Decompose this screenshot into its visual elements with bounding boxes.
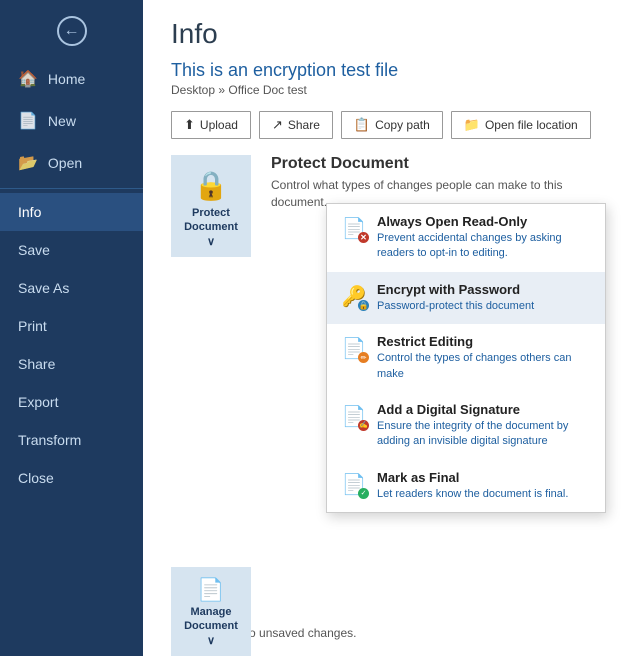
password-text: Encrypt with Password Password-protect t… <box>377 282 591 314</box>
upload-button[interactable]: ⬆ Upload <box>171 111 251 139</box>
copy-path-button[interactable]: 📋 Copy path <box>341 111 443 139</box>
sidebar: ← 🏠 Home 📄 New 📂 Open Info Save Save As … <box>0 0 143 656</box>
lock-icon: 🔒 <box>194 169 229 202</box>
copy-icon: 📋 <box>354 117 370 133</box>
home-icon: 🏠 <box>18 69 38 89</box>
file-title: This is an encryption test file <box>171 60 604 81</box>
final-text: Mark as Final Let readers know the docum… <box>377 470 591 502</box>
readonly-icon: 📄✕ <box>341 216 367 241</box>
protect-title: Protect Document <box>271 155 604 173</box>
main-header: Info This is an encryption test file Des… <box>143 0 632 111</box>
sidebar-item-print[interactable]: Print <box>0 307 143 345</box>
sidebar-item-export[interactable]: Export <box>0 383 143 421</box>
sidebar-item-new[interactable]: 📄 New <box>0 100 143 142</box>
protect-label: ProtectDocument ∨ <box>179 206 243 249</box>
sidebar-item-home[interactable]: 🏠 Home <box>0 58 143 100</box>
sidebar-item-transform[interactable]: Transform <box>0 421 143 459</box>
sidebar-item-close[interactable]: Close <box>0 459 143 497</box>
signature-icon: 📄✍ <box>341 404 367 429</box>
sidebar-item-share[interactable]: Share <box>0 345 143 383</box>
new-icon: 📄 <box>18 111 38 131</box>
upload-icon: ⬆ <box>184 117 195 133</box>
signature-text: Add a Digital Signature Ensure the integ… <box>377 402 591 450</box>
readonly-text: Always Open Read-Only Prevent accidental… <box>377 214 591 262</box>
restrict-text: Restrict Editing Control the types of ch… <box>377 334 591 382</box>
back-button[interactable]: ← <box>0 0 143 58</box>
protect-document-button[interactable]: 🔒 ProtectDocument ∨ <box>171 155 251 257</box>
encrypt-password-item[interactable]: 🔑🔒 Encrypt with Password Password-protec… <box>327 272 605 324</box>
action-buttons: ⬆ Upload ↗ Share 📋 Copy path 📁 Open file… <box>143 111 632 139</box>
sidebar-item-save[interactable]: Save <box>0 231 143 269</box>
bottom-section: 📄 ManageDocument ∨ There are no unsaved … <box>143 556 632 656</box>
open-location-button[interactable]: 📁 Open file location <box>451 111 591 139</box>
password-icon: 🔑🔒 <box>341 284 367 309</box>
info-area: 🔒 ProtectDocument ∨ Protect Document Con… <box>143 155 632 257</box>
digital-signature-item[interactable]: 📄✍ Add a Digital Signature Ensure the in… <box>327 392 605 460</box>
open-icon: 📂 <box>18 153 38 173</box>
share-button[interactable]: ↗ Share <box>259 111 333 139</box>
main-content: Info This is an encryption test file Des… <box>143 0 632 656</box>
manage-label: ManageDocument ∨ <box>179 605 243 648</box>
page-title: Info <box>171 18 604 50</box>
restrict-icon: 📄✏ <box>341 336 367 361</box>
sidebar-item-open[interactable]: 📂 Open <box>0 142 143 184</box>
restrict-editing-item[interactable]: 📄✏ Restrict Editing Control the types of… <box>327 324 605 392</box>
manage-icon: 📄 <box>197 577 224 603</box>
protect-dropdown: 📄✕ Always Open Read-Only Prevent acciden… <box>326 203 606 513</box>
manage-document-button[interactable]: 📄 ManageDocument ∨ <box>171 567 251 656</box>
share-icon: ↗ <box>272 117 283 133</box>
sidebar-item-save-as[interactable]: Save As <box>0 269 143 307</box>
always-open-readonly-item[interactable]: 📄✕ Always Open Read-Only Prevent acciden… <box>327 204 605 272</box>
breadcrumb: Desktop » Office Doc test <box>171 83 604 97</box>
final-icon: 📄✓ <box>341 472 367 497</box>
sidebar-item-info[interactable]: Info <box>0 193 143 231</box>
folder-icon: 📁 <box>464 117 480 133</box>
mark-as-final-item[interactable]: 📄✓ Mark as Final Let readers know the do… <box>327 460 605 512</box>
